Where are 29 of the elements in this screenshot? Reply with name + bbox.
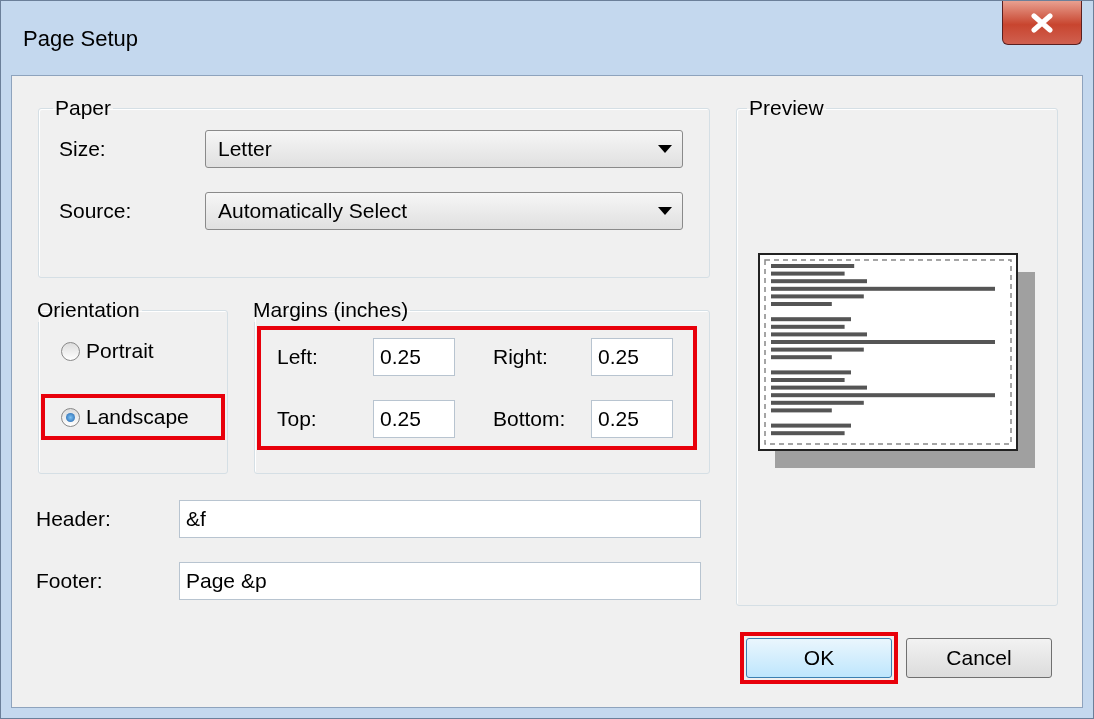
field-label: Left:	[277, 345, 319, 369]
window-title: Page Setup	[23, 26, 138, 52]
input-field[interactable]: 0.25	[373, 338, 455, 376]
field-label: Size:	[59, 137, 107, 161]
ok-button[interactable]: OK	[746, 638, 892, 678]
field-label: Footer:	[36, 569, 104, 593]
input-field[interactable]: 0.25	[373, 400, 455, 438]
field-label: Top:	[277, 407, 318, 431]
group-title: Preview	[749, 96, 824, 119]
group-title: Margins (inches)	[253, 298, 409, 321]
radio-option[interactable]: Landscape	[41, 394, 225, 440]
dropdown-arrow-icon	[658, 207, 672, 215]
close-button[interactable]	[1002, 1, 1082, 45]
field-label: Bottom:	[493, 407, 567, 431]
close-icon	[1029, 12, 1055, 33]
dropdown[interactable]: Letter	[205, 130, 683, 168]
radio-option[interactable]: Portrait	[41, 328, 225, 374]
field-label: Header:	[36, 507, 112, 531]
cancel-button[interactable]: Cancel	[906, 638, 1052, 678]
dropdown[interactable]: Automatically Select	[205, 192, 683, 230]
group-title: Orientation	[37, 298, 140, 321]
input-field[interactable]: 0.25	[591, 400, 673, 438]
input-field[interactable]: &f	[179, 500, 701, 538]
field-label: Source:	[59, 199, 133, 223]
input-field[interactable]: Page &p	[179, 562, 701, 600]
group-title: Paper	[55, 96, 112, 119]
dropdown-arrow-icon	[658, 145, 672, 153]
field-label: Right:	[493, 345, 549, 369]
input-field[interactable]: 0.25	[591, 338, 673, 376]
